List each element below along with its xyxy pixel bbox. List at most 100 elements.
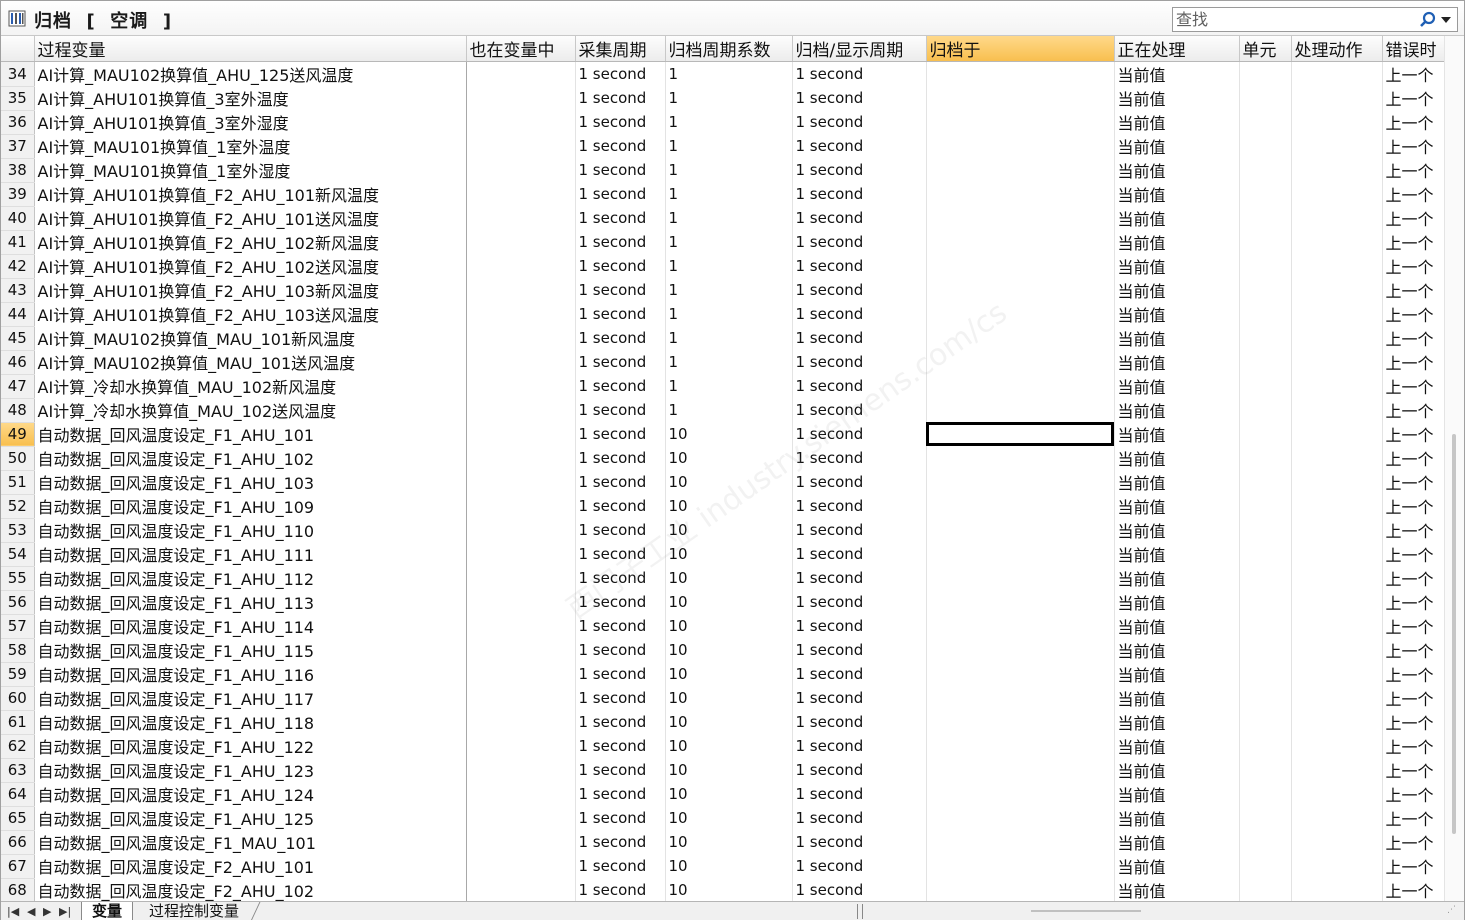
on-error-cell[interactable]: 上一个 bbox=[1382, 854, 1444, 878]
archive-display-cycle-cell[interactable]: 1 second bbox=[792, 566, 927, 590]
archive-display-cycle-cell[interactable]: 1 second bbox=[792, 734, 927, 758]
on-error-cell[interactable]: 上一个 bbox=[1382, 302, 1444, 326]
row-number-cell[interactable]: 49 bbox=[1, 422, 35, 447]
archive-cycle-factor-cell[interactable]: 10 bbox=[665, 830, 793, 854]
archive-cycle-factor-cell[interactable]: 1 bbox=[665, 302, 793, 326]
archive-cycle-factor-cell[interactable]: 10 bbox=[665, 470, 793, 494]
action-cell[interactable] bbox=[1291, 350, 1383, 374]
also-in-variables-cell[interactable] bbox=[466, 326, 576, 350]
archive-at-cell[interactable] bbox=[926, 638, 1115, 662]
archive-display-cycle-cell[interactable]: 1 second bbox=[792, 86, 927, 110]
acquisition-cycle-cell[interactable]: 1 second bbox=[575, 782, 666, 806]
variable-name-cell[interactable]: 自动数据_回风温度设定_F1_AHU_122 bbox=[34, 734, 467, 758]
archive-at-cell[interactable] bbox=[926, 110, 1115, 134]
action-cell[interactable] bbox=[1291, 302, 1383, 326]
variable-name-cell[interactable]: AI计算_AHU101换算值_F2_AHU_102送风温度 bbox=[34, 254, 467, 278]
row-number-cell[interactable]: 40 bbox=[1, 206, 35, 231]
processing-cell[interactable]: 当前值 bbox=[1114, 638, 1240, 662]
table-row[interactable]: 35 AI计算_AHU101换算值_3室外温度 1 second 1 1 second 当… bbox=[1, 86, 1444, 111]
archive-at-cell[interactable] bbox=[926, 494, 1115, 518]
search-box[interactable] bbox=[1172, 7, 1458, 32]
on-error-cell[interactable]: 上一个 bbox=[1382, 326, 1444, 350]
archive-cycle-factor-cell[interactable]: 1 bbox=[665, 326, 793, 350]
archive-cycle-factor-cell[interactable]: 10 bbox=[665, 806, 793, 830]
also-in-variables-cell[interactable] bbox=[466, 878, 576, 901]
acquisition-cycle-cell[interactable]: 1 second bbox=[575, 638, 666, 662]
variable-name-cell[interactable]: 自动数据_回风温度设定_F1_AHU_101 bbox=[34, 422, 467, 446]
action-cell[interactable] bbox=[1291, 230, 1383, 254]
also-in-variables-cell[interactable] bbox=[466, 638, 576, 662]
processing-cell[interactable]: 当前值 bbox=[1114, 350, 1240, 374]
archive-display-cycle-cell[interactable]: 1 second bbox=[792, 230, 927, 254]
archive-at-cell[interactable] bbox=[926, 302, 1115, 326]
archive-display-cycle-cell[interactable]: 1 second bbox=[792, 710, 927, 734]
archive-display-cycle-cell[interactable]: 1 second bbox=[792, 374, 927, 398]
archive-cycle-factor-cell[interactable]: 10 bbox=[665, 614, 793, 638]
acquisition-cycle-cell[interactable]: 1 second bbox=[575, 710, 666, 734]
tab-process-control-variables[interactable]: 过程控制变量 bbox=[139, 902, 249, 920]
archive-cycle-factor-cell[interactable]: 1 bbox=[665, 350, 793, 374]
also-in-variables-cell[interactable] bbox=[466, 182, 576, 206]
column-header[interactable]: 单元 bbox=[1239, 36, 1292, 62]
acquisition-cycle-cell[interactable]: 1 second bbox=[575, 326, 666, 350]
unit-cell[interactable] bbox=[1239, 662, 1292, 686]
archive-display-cycle-cell[interactable]: 1 second bbox=[792, 350, 927, 374]
row-number-cell[interactable]: 56 bbox=[1, 590, 35, 615]
processing-cell[interactable]: 当前值 bbox=[1114, 758, 1240, 782]
row-number-cell[interactable]: 43 bbox=[1, 278, 35, 303]
table-row[interactable]: 64 自动数据_回风温度设定_F1_AHU_124 1 second 10 1 seco… bbox=[1, 782, 1444, 807]
unit-cell[interactable] bbox=[1239, 518, 1292, 542]
column-header-selected[interactable]: 归档于 bbox=[926, 36, 1115, 62]
unit-cell[interactable] bbox=[1239, 350, 1292, 374]
acquisition-cycle-cell[interactable]: 1 second bbox=[575, 182, 666, 206]
acquisition-cycle-cell[interactable]: 1 second bbox=[575, 566, 666, 590]
unit-cell[interactable] bbox=[1239, 854, 1292, 878]
column-header[interactable]: 采集周期 bbox=[575, 36, 666, 62]
table-row[interactable]: 54 自动数据_回风温度设定_F1_AHU_111 1 second 10 1 seco… bbox=[1, 542, 1444, 567]
archive-cycle-factor-cell[interactable]: 10 bbox=[665, 686, 793, 710]
action-cell[interactable] bbox=[1291, 518, 1383, 542]
archive-at-cell[interactable] bbox=[926, 278, 1115, 302]
acquisition-cycle-cell[interactable]: 1 second bbox=[575, 470, 666, 494]
archive-at-cell[interactable] bbox=[926, 374, 1115, 398]
action-cell[interactable] bbox=[1291, 422, 1383, 446]
processing-cell[interactable]: 当前值 bbox=[1114, 782, 1240, 806]
archive-at-cell[interactable] bbox=[926, 470, 1115, 494]
table-row[interactable]: 37 AI计算_MAU101换算值_1室外温度 1 second 1 1 second 当… bbox=[1, 134, 1444, 159]
processing-cell[interactable]: 当前值 bbox=[1114, 326, 1240, 350]
table-row[interactable]: 36 AI计算_AHU101换算值_3室外湿度 1 second 1 1 second 当… bbox=[1, 110, 1444, 135]
processing-cell[interactable]: 当前值 bbox=[1114, 446, 1240, 470]
archive-display-cycle-cell[interactable]: 1 second bbox=[792, 206, 927, 230]
archive-display-cycle-cell[interactable]: 1 second bbox=[792, 446, 927, 470]
table-row[interactable]: 58 自动数据_回风温度设定_F1_AHU_115 1 second 10 1 seco… bbox=[1, 638, 1444, 663]
processing-cell[interactable]: 当前值 bbox=[1114, 470, 1240, 494]
variable-name-cell[interactable]: 自动数据_回风温度设定_F1_AHU_123 bbox=[34, 758, 467, 782]
archive-display-cycle-cell[interactable]: 1 second bbox=[792, 422, 927, 446]
row-number-cell[interactable]: 50 bbox=[1, 446, 35, 471]
processing-cell[interactable]: 当前值 bbox=[1114, 830, 1240, 854]
table-row[interactable]: 66 自动数据_回风温度设定_F1_MAU_101 1 second 10 1 seco… bbox=[1, 830, 1444, 855]
archive-at-cell[interactable] bbox=[926, 182, 1115, 206]
unit-cell[interactable] bbox=[1239, 566, 1292, 590]
variable-name-cell[interactable]: 自动数据_回风温度设定_F1_AHU_102 bbox=[34, 446, 467, 470]
on-error-cell[interactable]: 上一个 bbox=[1382, 494, 1444, 518]
on-error-cell[interactable]: 上一个 bbox=[1382, 158, 1444, 182]
on-error-cell[interactable]: 上一个 bbox=[1382, 398, 1444, 422]
also-in-variables-cell[interactable] bbox=[466, 110, 576, 134]
action-cell[interactable] bbox=[1291, 182, 1383, 206]
table-row[interactable]: 60 自动数据_回风温度设定_F1_AHU_117 1 second 10 1 seco… bbox=[1, 686, 1444, 711]
archive-cycle-factor-cell[interactable]: 1 bbox=[665, 134, 793, 158]
row-number-cell[interactable]: 60 bbox=[1, 686, 35, 711]
archive-at-cell[interactable] bbox=[926, 830, 1115, 854]
row-number-cell[interactable]: 44 bbox=[1, 302, 35, 327]
archive-display-cycle-cell[interactable]: 1 second bbox=[792, 494, 927, 518]
unit-cell[interactable] bbox=[1239, 254, 1292, 278]
row-number-cell[interactable]: 63 bbox=[1, 758, 35, 783]
variable-name-cell[interactable]: AI计算_冷却水换算值_MAU_102送风温度 bbox=[34, 398, 467, 422]
archive-cycle-factor-cell[interactable]: 10 bbox=[665, 758, 793, 782]
archive-at-cell[interactable] bbox=[926, 686, 1115, 710]
on-error-cell[interactable]: 上一个 bbox=[1382, 182, 1444, 206]
processing-cell[interactable]: 当前值 bbox=[1114, 302, 1240, 326]
archive-at-cell[interactable] bbox=[926, 806, 1115, 830]
variable-name-cell[interactable]: 自动数据_回风温度设定_F1_AHU_109 bbox=[34, 494, 467, 518]
